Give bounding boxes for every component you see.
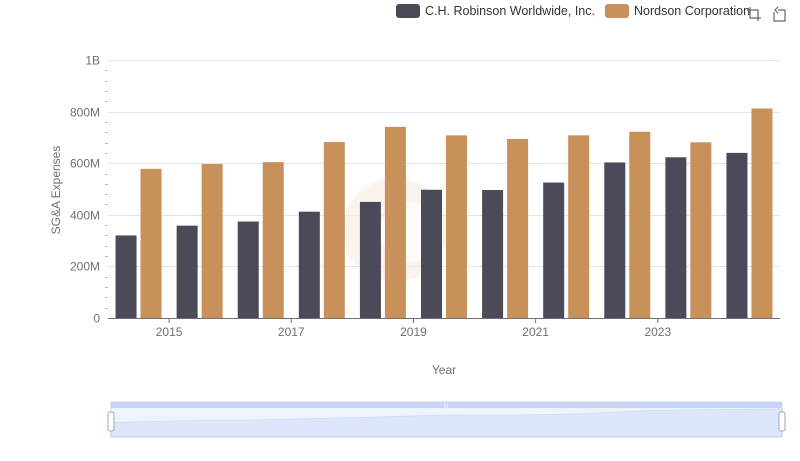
x-axis-title: Year bbox=[432, 363, 456, 377]
x-tick-label: 2019 bbox=[400, 325, 427, 339]
x-tick-label: 2015 bbox=[156, 325, 183, 339]
bar-ch-robinson-2018[interactable] bbox=[359, 201, 381, 318]
bar-nordson-2015[interactable] bbox=[201, 163, 223, 318]
y-tick-label: 600M bbox=[70, 157, 100, 171]
y-tick-label: 0 bbox=[93, 312, 100, 326]
bar-ch-robinson-2019[interactable] bbox=[421, 189, 442, 318]
data-zoom-slider[interactable]: ||| bbox=[107, 401, 786, 438]
bar-ch-robinson-2016[interactable] bbox=[237, 221, 259, 318]
bar-nordson-2018[interactable] bbox=[384, 126, 406, 319]
x-tick-label: 2023 bbox=[644, 325, 671, 339]
bar-ch-robinson-2021[interactable] bbox=[543, 182, 565, 318]
bar-chart: 0 200M 400M 600M 800M 1B 2015 2017 2019 2021 2023… bbox=[49, 54, 786, 438]
data-zoom-grip-icon[interactable]: ||| bbox=[444, 403, 448, 409]
y-tick-label: 400M bbox=[70, 209, 100, 223]
y-axis-title: SG&A Expenses bbox=[49, 146, 63, 235]
bar-nordson-2022[interactable] bbox=[629, 131, 651, 318]
x-axis-tick-labels: 2015 2017 2019 2021 2023 bbox=[156, 318, 671, 339]
bar-nordson-2021[interactable] bbox=[568, 135, 590, 318]
bar-nordson-2024[interactable] bbox=[751, 108, 773, 318]
x-tick-label: 2017 bbox=[278, 325, 305, 339]
bar-ch-robinson-2020[interactable] bbox=[482, 190, 504, 318]
bar-nordson-2016[interactable] bbox=[262, 162, 284, 318]
bar-ch-robinson-2017[interactable] bbox=[298, 211, 320, 318]
bar-ch-robinson-2015[interactable] bbox=[176, 225, 198, 318]
data-zoom-handle-left[interactable] bbox=[107, 411, 115, 432]
y-tick-label: 200M bbox=[70, 260, 100, 274]
bar-nordson-2019[interactable] bbox=[446, 135, 467, 318]
bar-ch-robinson-2022[interactable] bbox=[604, 162, 626, 318]
bar-ch-robinson-2023[interactable] bbox=[665, 157, 687, 318]
bar-nordson-2020[interactable] bbox=[507, 138, 529, 318]
bar-nordson-2014[interactable] bbox=[140, 168, 162, 318]
bar-ch-robinson-2014[interactable] bbox=[115, 235, 137, 318]
bar-nordson-2023[interactable] bbox=[690, 142, 712, 318]
y-tick-label: 1B bbox=[85, 54, 100, 68]
y-tick-label: 800M bbox=[70, 106, 100, 120]
y-axis-minor-ticks bbox=[105, 70, 108, 309]
y-axis-tick-labels: 0 200M 400M 600M 800M 1B bbox=[70, 54, 100, 326]
x-tick-label: 2021 bbox=[522, 325, 549, 339]
data-zoom-handle-right[interactable] bbox=[778, 411, 786, 432]
bar-nordson-2017[interactable] bbox=[323, 142, 345, 318]
bar-ch-robinson-2024[interactable] bbox=[726, 152, 748, 318]
